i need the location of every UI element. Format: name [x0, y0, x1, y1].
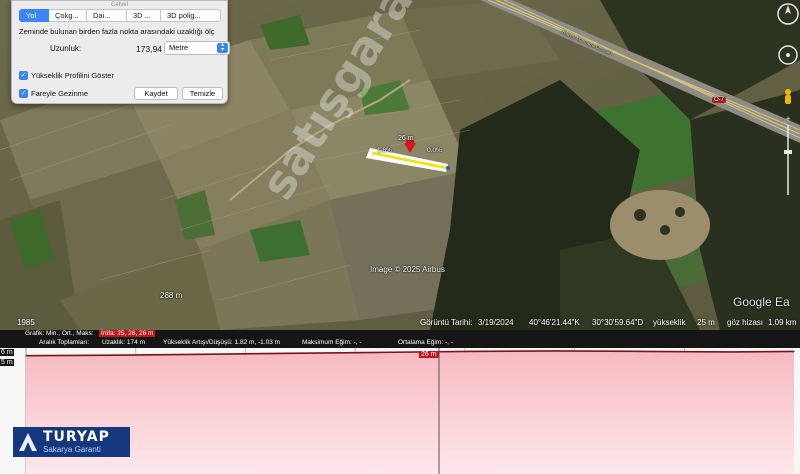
graph-minmax-label: Grafik: Min., Ort., Maks:: [25, 330, 94, 337]
gain-loss-stat: Yükseklik Artışı/Düşüşü: 1.82 m, -1.03 m: [163, 339, 281, 346]
map-status-bar: 1985 Görüntü Tarihi: 3/19/2024 40°46'21.…: [0, 317, 800, 330]
elevation-profile-label: Yükseklik Profilini Göster: [31, 71, 114, 80]
profile-point: [290, 352, 292, 354]
logo-brand: TURYAP: [43, 429, 110, 445]
profile-info-bar: Grafik: Min., Ort., Maks: İrtifa: 25, 26…: [0, 330, 800, 348]
range-totals-label: Aralık Toplamları:: [39, 339, 90, 346]
navigation-controls[interactable]: +: [768, 0, 800, 200]
image-credit: Image © 2025 Airbus: [370, 265, 445, 274]
clear-button[interactable]: Temizle: [182, 87, 223, 100]
imagery-date: 3/19/2024: [478, 318, 514, 327]
svg-text:+: +: [785, 114, 790, 124]
profile-point: [378, 351, 380, 353]
eye-altitude-value: 1.09 km: [768, 318, 797, 327]
avg-slope-stat: Ortalama Eğim: -, -: [398, 339, 453, 346]
tab-polygon[interactable]: Çokg...: [49, 9, 87, 22]
profile-point: [793, 350, 795, 353]
profile-point: [466, 350, 468, 353]
altitude-stats: İrtifa: 25, 26, 26 m: [99, 330, 156, 337]
distance-stat: Uzaklık: 174 m: [102, 339, 145, 346]
look-joystick-icon[interactable]: [778, 45, 798, 65]
cursor-elevation-label: 26 m: [419, 351, 439, 358]
latitude: 40°46'21.44"K: [529, 318, 580, 327]
elevation-profile-option[interactable]: ✓ Yükseklik Profilini Göster: [19, 71, 114, 80]
profile-point: [643, 350, 645, 353]
zoom-slider[interactable]: +: [784, 114, 792, 195]
max-slope-stat: Maksimum Eğim: -, -: [302, 339, 362, 346]
ytick-top: 6 m: [0, 349, 14, 356]
turyap-logo: TURYAP Sakarya Garanti: [13, 427, 130, 457]
measure-left-slope: 1.8%: [377, 147, 392, 154]
mouse-navigation-checkbox[interactable]: ✓: [19, 89, 28, 98]
road-shield-o7: O-7: [712, 97, 727, 103]
turyap-mark-icon: [19, 433, 37, 451]
ruler-tabs: Yol Çokg... Dai... 3D ... 3D polig...: [19, 9, 221, 22]
compass-icon[interactable]: [777, 3, 799, 25]
eye-altitude-label: göz hizası: [727, 318, 764, 327]
elevation-profile-checkbox[interactable]: ✓: [19, 71, 28, 80]
tab-circle[interactable]: Dai...: [87, 9, 127, 22]
dialog-title: Cetvel: [110, 2, 128, 8]
ruler-description: Zeminde bulunan birden fazla nokta arası…: [19, 27, 215, 36]
measure-elevation-label: 26 m: [398, 135, 414, 142]
measure-right-slope: 0.0%: [427, 147, 442, 154]
profile-point: [113, 354, 115, 356]
tab-3d-polygon[interactable]: 3D polig...: [161, 9, 221, 22]
ruler-dialog[interactable]: Cetvel Yol Çokg... Dai... 3D ... 3D poli…: [11, 0, 230, 104]
save-button[interactable]: Kaydet: [134, 87, 178, 100]
mouse-navigation-label: Fareyle Gezinme: [31, 89, 89, 98]
elevation-288-label: 288 m: [160, 291, 183, 300]
profile-point: [201, 353, 204, 355]
pegman-icon[interactable]: [785, 89, 791, 104]
elevation-value: 25 m: [697, 318, 715, 327]
profile-area: [26, 350, 794, 474]
google-earth-label: Google Ea: [733, 295, 790, 309]
mouse-navigation-option[interactable]: ✓ Fareyle Gezinme: [19, 89, 88, 98]
unit-select-value: Metre: [169, 43, 189, 52]
ytick-bottom: 5 m: [0, 359, 14, 366]
elevation-label: yükseklik: [653, 318, 686, 327]
unit-select[interactable]: Metre ▴ ▾: [164, 41, 230, 55]
tab-path[interactable]: Yol: [19, 9, 49, 22]
imagery-date-label: Görüntü Tarihi:: [420, 318, 473, 327]
logo-subtitle: Sakarya Garanti: [43, 445, 101, 454]
length-label: Uzunluk:: [50, 44, 82, 53]
tab-3d-path[interactable]: 3D ...: [127, 9, 161, 22]
profile-point: [25, 355, 27, 357]
profile-point: [555, 350, 557, 352]
profile-point: [731, 351, 733, 353]
historical-year: 1985: [17, 318, 35, 327]
length-value: 173,94: [136, 44, 162, 54]
longitude: 30°30'59.64"D: [592, 318, 644, 327]
updown-arrows-icon: ▴ ▾: [217, 42, 228, 53]
